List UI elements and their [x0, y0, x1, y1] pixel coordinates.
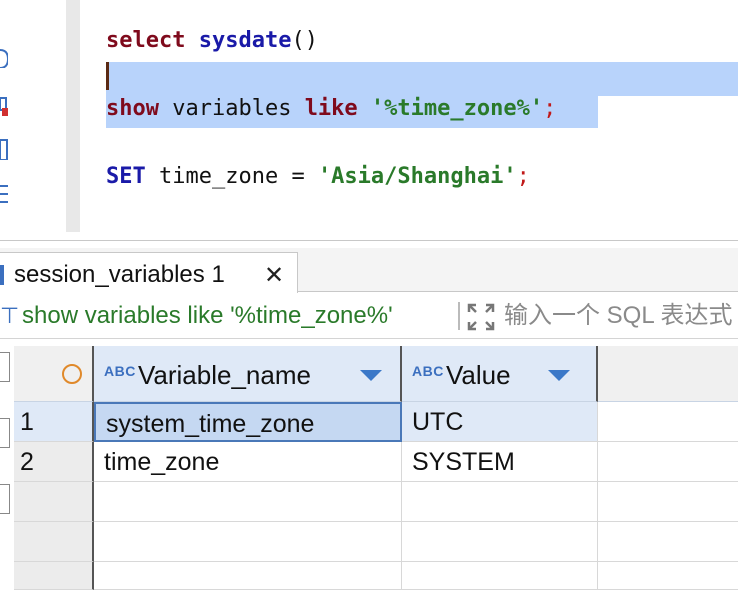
- filter-expression-input[interactable]: [504, 301, 738, 331]
- text-caret: [106, 62, 109, 90]
- table-cell[interactable]: SYSTEM: [402, 442, 598, 482]
- empty-cell: [402, 562, 598, 590]
- keyword: select: [106, 28, 186, 53]
- empty-cell: [402, 522, 598, 562]
- sort-arrow-icon[interactable]: [548, 370, 570, 381]
- selection-highlight: [106, 62, 738, 96]
- type-badge: ABC: [412, 363, 444, 379]
- tab-accent: [0, 265, 4, 285]
- code-line-3[interactable]: show variables like '%time_zone%';: [106, 92, 556, 126]
- code-text: variables: [158, 96, 305, 121]
- parens: (): [291, 28, 318, 53]
- row-number: [14, 562, 94, 590]
- results-grid[interactable]: ABC Variable_name ABC Value 1 system_tim…: [14, 346, 738, 590]
- semicolon: ;: [516, 164, 530, 189]
- empty-cell: [94, 522, 402, 562]
- semicolon: ;: [543, 96, 557, 121]
- filter-icon[interactable]: ⊤: [0, 303, 19, 329]
- row-number[interactable]: 1: [14, 402, 94, 442]
- empty-row: [14, 562, 738, 590]
- row-number[interactable]: 2: [14, 442, 94, 482]
- keyword: show: [106, 96, 159, 121]
- active-query-label: show variables like '%time_zone%': [22, 302, 393, 329]
- keyword: like: [304, 96, 358, 121]
- table-cell[interactable]: system_time_zone: [94, 402, 402, 442]
- gutter-icon: [0, 97, 8, 116]
- gutter-icon: [0, 185, 8, 203]
- empty-cell: [94, 562, 402, 590]
- row-indicator-icon: [62, 364, 82, 384]
- gutter-icon: [0, 139, 8, 160]
- table-row[interactable]: 2 time_zone SYSTEM: [14, 442, 738, 482]
- filter-bar: ⊤ show variables like '%time_zone%': [0, 293, 738, 339]
- editor-divider: [0, 240, 738, 241]
- close-icon[interactable]: ✕: [264, 261, 284, 290]
- empty-cell: [94, 482, 402, 522]
- function-name: sysdate: [198, 28, 292, 53]
- empty-cell: [402, 482, 598, 522]
- empty-cell: [598, 402, 738, 442]
- left-gutter: [0, 0, 14, 240]
- empty-cell: [598, 562, 738, 590]
- sql-editor[interactable]: select sysdate() show variables like '%t…: [80, 0, 738, 232]
- divider: [458, 302, 460, 330]
- keyword: SET: [106, 164, 146, 189]
- empty-row: [14, 522, 738, 562]
- column-header-variable-name[interactable]: ABC Variable_name: [94, 346, 402, 402]
- row-number: [14, 482, 94, 522]
- results-tabbar: session_variables 1 ✕: [0, 248, 738, 293]
- row-header-corner[interactable]: [14, 346, 94, 402]
- empty-cell: [598, 442, 738, 482]
- column-header-value[interactable]: ABC Value: [402, 346, 598, 402]
- side-tab[interactable]: [0, 484, 10, 514]
- sort-arrow-icon[interactable]: [360, 370, 382, 381]
- string-literal: '%time_zone%': [370, 96, 544, 121]
- string-literal: 'Asia/Shanghai': [317, 164, 517, 189]
- empty-cell: [598, 482, 738, 522]
- side-tab[interactable]: [0, 418, 10, 448]
- table-cell[interactable]: UTC: [402, 402, 598, 442]
- code-line-1[interactable]: select sysdate(): [106, 24, 318, 58]
- gutter-icon: [0, 49, 8, 68]
- side-tab[interactable]: [0, 352, 10, 382]
- tab-session-variables[interactable]: session_variables 1 ✕: [0, 252, 298, 293]
- empty-header: [598, 346, 738, 402]
- expand-icon[interactable]: [466, 302, 496, 332]
- column-label: Value: [446, 360, 511, 390]
- empty-row: [14, 482, 738, 522]
- side-panel-strip: [0, 346, 10, 590]
- type-badge: ABC: [104, 363, 136, 379]
- table-row[interactable]: 1 system_time_zone UTC: [14, 402, 738, 442]
- row-number: [14, 522, 94, 562]
- table-cell[interactable]: time_zone: [94, 442, 402, 482]
- code-text: time_zone =: [145, 164, 318, 189]
- empty-cell: [598, 522, 738, 562]
- tab-label: session_variables 1: [14, 261, 225, 288]
- column-label: Variable_name: [138, 360, 311, 390]
- code-line-5[interactable]: SET time_zone = 'Asia/Shanghai';: [106, 160, 530, 194]
- editor-ruler: [66, 0, 80, 232]
